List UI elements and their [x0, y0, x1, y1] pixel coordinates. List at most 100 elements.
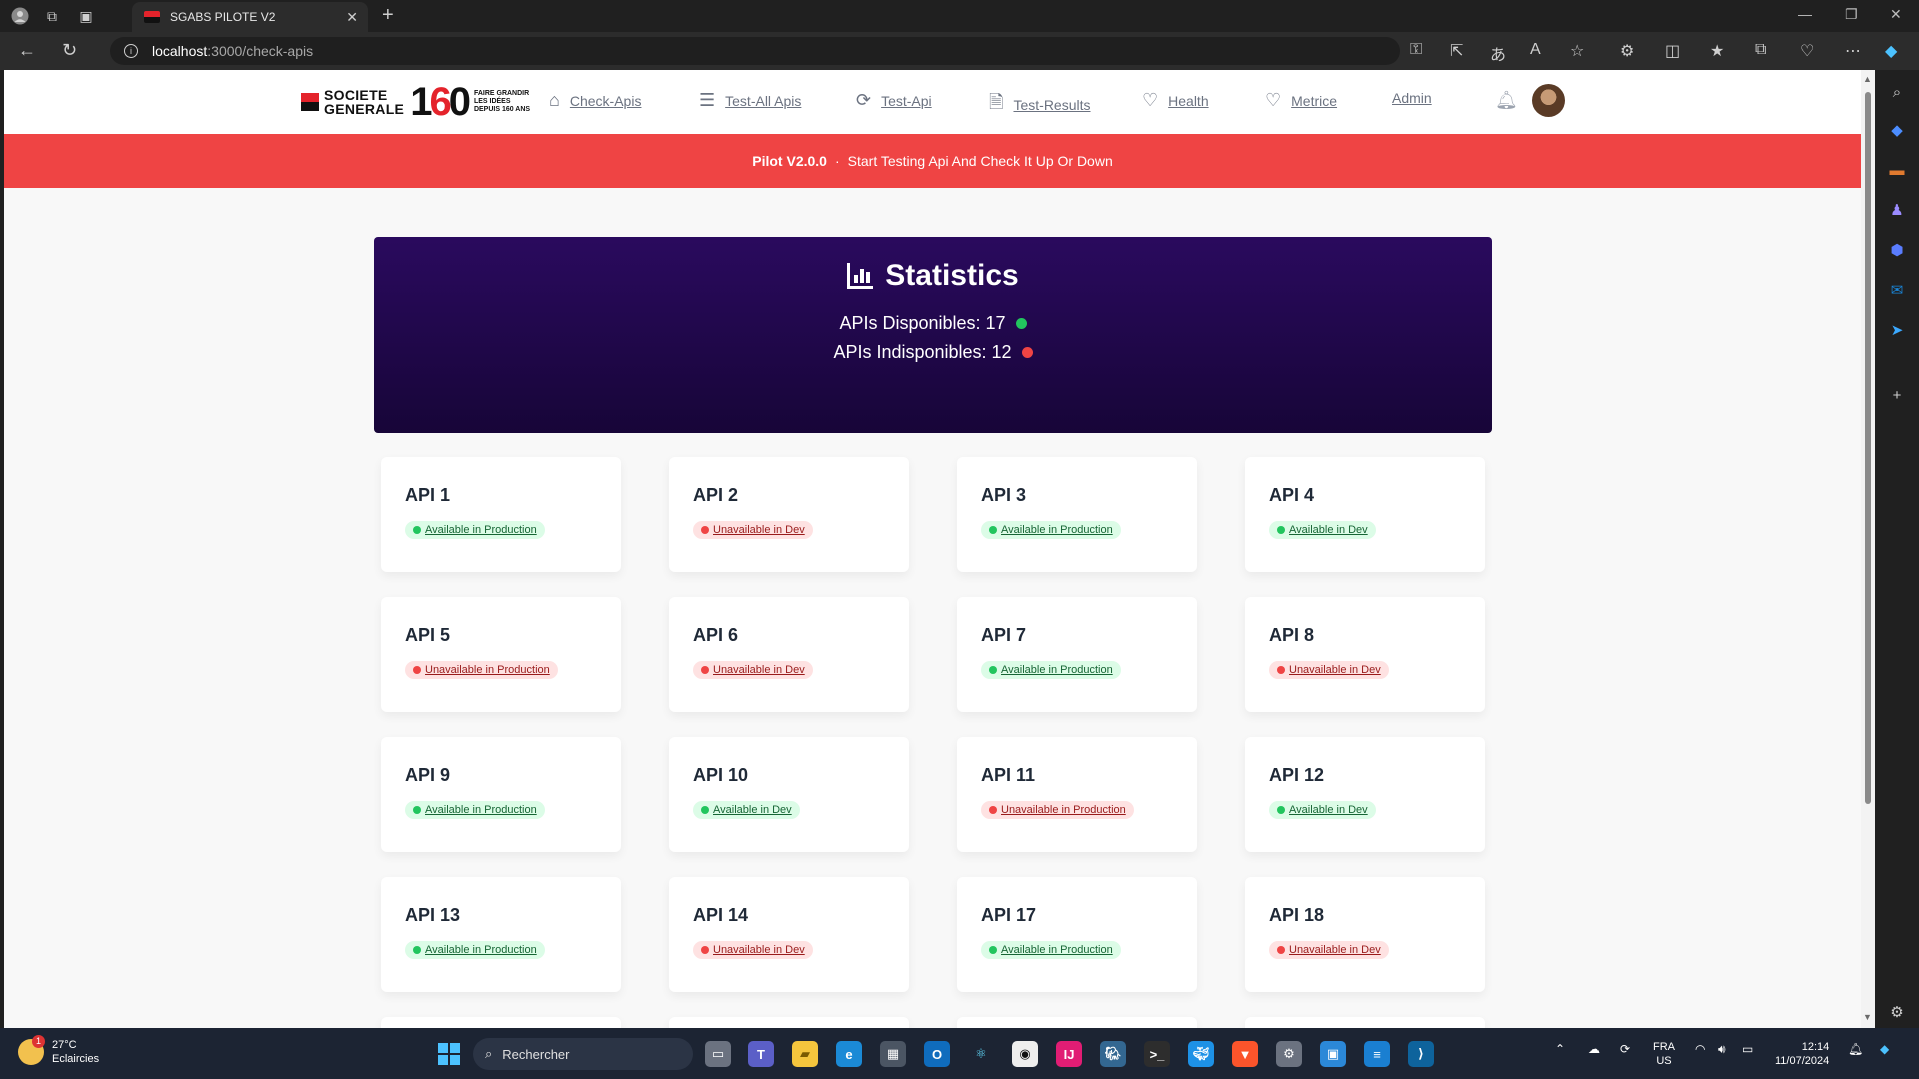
nav-health[interactable]: ♡ Health — [1142, 90, 1209, 111]
toolbox-icon[interactable]: ▬ — [1887, 160, 1907, 180]
volume-icon[interactable]: 🔊︎ — [1718, 1042, 1726, 1057]
drop-icon[interactable]: ➤ — [1887, 320, 1907, 340]
file-explorer-icon[interactable]: ▰ — [792, 1041, 818, 1067]
status-badge[interactable]: Unavailable in Production — [405, 661, 558, 679]
status-badge[interactable]: Available in Production — [405, 941, 545, 959]
api-card[interactable]: API 8 Unavailable in Dev — [1245, 597, 1485, 712]
translate-icon[interactable]: あ — [1490, 41, 1506, 65]
api-card[interactable]: API 11 Unavailable in Production — [957, 737, 1197, 852]
reload-icon[interactable]: ↻ — [62, 40, 77, 61]
github-desktop-icon[interactable]: ◉ — [1012, 1041, 1038, 1067]
status-badge[interactable]: Available in Production — [981, 661, 1121, 679]
api-card[interactable]: API 14 Unavailable in Dev — [669, 877, 909, 992]
site-info-icon[interactable]: i — [124, 44, 138, 58]
nav-test-api[interactable]: ⟳ Test-Api — [856, 90, 932, 111]
browser-tab[interactable]: SGABS PILOTE V2 ✕ — [132, 2, 368, 32]
status-badge[interactable]: Available in Dev — [693, 801, 800, 819]
sync-icon[interactable]: ⟳ — [1620, 1042, 1630, 1056]
settings-icon[interactable]: ⚙ — [1276, 1041, 1302, 1067]
copilot-icon[interactable]: ◆ — [1885, 41, 1897, 61]
company-logo[interactable]: SOCIETE GENERALE 160 FAIRE GRANDIR LES I… — [301, 82, 530, 122]
status-badge[interactable]: Unavailable in Dev — [1269, 941, 1389, 959]
api-card[interactable]: API 18 Unavailable in Dev — [1245, 877, 1485, 992]
api-card[interactable]: API 3 Available in Production — [957, 457, 1197, 572]
api-card[interactable]: API 5 Unavailable in Production — [381, 597, 621, 712]
api-card[interactable]: API 4 Available in Dev — [1245, 457, 1485, 572]
profile-icon[interactable] — [10, 6, 30, 26]
more-icon[interactable]: ⋯ — [1845, 41, 1861, 61]
api-card[interactable]: API 12 Available in Dev — [1245, 737, 1485, 852]
nav-check-apis[interactable]: ⌂ Check-Apis — [549, 90, 641, 111]
edge-icon[interactable]: e — [836, 1041, 862, 1067]
teams-icon[interactable]: T — [748, 1041, 774, 1067]
status-badge[interactable]: Unavailable in Dev — [693, 941, 813, 959]
brave-icon[interactable]: ▼ — [1232, 1041, 1258, 1067]
nav-test-all-apis[interactable]: ☰ Test-All Apis — [699, 90, 801, 111]
tab-actions-icon[interactable]: ▣ — [76, 6, 96, 26]
outlook-icon[interactable]: ✉ — [1887, 280, 1907, 300]
restore-icon[interactable]: ❐ — [1845, 6, 1858, 23]
scroll-down-icon[interactable]: ▼ — [1863, 1012, 1872, 1022]
api-card[interactable]: API 13 Available in Production — [381, 877, 621, 992]
weather-widget[interactable]: 1 27°C Eclaircies — [18, 1035, 99, 1066]
remote-desktop-icon[interactable]: ▣ — [1320, 1041, 1346, 1067]
intellij-icon[interactable]: IJ — [1056, 1041, 1082, 1067]
search-icon[interactable]: ⌕ — [1887, 82, 1907, 102]
status-badge[interactable]: Unavailable in Production — [981, 801, 1134, 819]
postgres-icon[interactable]: 🐘︎ — [1100, 1041, 1126, 1067]
status-badge[interactable]: Available in Production — [981, 521, 1121, 539]
input-language[interactable]: FRA US — [1653, 1040, 1675, 1068]
task-view-icon[interactable]: ▭ — [705, 1041, 731, 1067]
status-badge[interactable]: Available in Production — [981, 941, 1121, 959]
api-card[interactable]: API 6 Unavailable in Dev — [669, 597, 909, 712]
status-badge[interactable]: Available in Dev — [1269, 801, 1376, 819]
new-tab-icon[interactable]: + — [382, 4, 394, 27]
workspaces-icon[interactable]: ⧉ — [42, 6, 62, 26]
api-card[interactable]: API 2 Unavailable in Dev — [669, 457, 909, 572]
close-tab-icon[interactable]: ✕ — [346, 9, 358, 26]
favorites-icon[interactable]: ★ — [1710, 41, 1724, 61]
notifications-icon[interactable]: 🔔︎ — [1848, 1042, 1863, 1056]
status-badge[interactable]: Unavailable in Dev — [1269, 661, 1389, 679]
api-card[interactable]: API 7 Available in Production — [957, 597, 1197, 712]
docker-icon[interactable]: 🐳︎ — [1188, 1041, 1214, 1067]
address-bar[interactable]: i localhost:3000/check-apis — [110, 37, 1400, 65]
wifi-icon[interactable]: ◠ — [1695, 1042, 1705, 1056]
status-badge[interactable]: Available in Production — [405, 521, 545, 539]
api-card[interactable]: API 10 Available in Dev — [669, 737, 909, 852]
api-card[interactable]: API 17 Available in Production — [957, 877, 1197, 992]
windows-start-icon[interactable] — [438, 1043, 460, 1065]
onedrive-icon[interactable]: ☁ — [1588, 1042, 1600, 1056]
taskbar-search[interactable]: ⌕ Rechercher — [473, 1038, 693, 1070]
scrollbar-thumb[interactable] — [1865, 92, 1871, 804]
status-badge[interactable]: Unavailable in Dev — [693, 521, 813, 539]
terminal-icon[interactable]: >_ — [1144, 1041, 1170, 1067]
games-icon[interactable]: ♟ — [1887, 200, 1907, 220]
battery-icon[interactable]: ▭ — [1742, 1042, 1753, 1056]
add-sidebar-app-icon[interactable]: + — [1887, 385, 1907, 405]
sidebar-settings-icon[interactable]: ⚙ — [1887, 1002, 1907, 1022]
key-icon[interactable]: ⚿ — [1410, 41, 1422, 59]
extensions-icon[interactable]: ⚙ — [1620, 41, 1634, 61]
notepad-icon[interactable]: ≡ — [1364, 1041, 1390, 1067]
show-hidden-icons-icon[interactable]: ⌃ — [1555, 1042, 1565, 1056]
outlook-icon[interactable]: O — [924, 1041, 950, 1067]
read-aloud-icon[interactable]: A — [1530, 41, 1541, 59]
status-badge[interactable]: Unavailable in Dev — [693, 661, 813, 679]
favorite-star-icon[interactable]: ☆ — [1570, 41, 1584, 61]
shopping-tag-icon[interactable]: ◆ — [1887, 120, 1907, 140]
user-avatar[interactable] — [1532, 84, 1565, 117]
close-window-icon[interactable]: ✕ — [1890, 6, 1902, 23]
back-icon[interactable]: ← — [18, 40, 36, 61]
system-clock[interactable]: 12:14 11/07/2024 — [1775, 1040, 1829, 1068]
store-icon[interactable]: ▦ — [880, 1041, 906, 1067]
scroll-up-icon[interactable]: ▲ — [1863, 74, 1872, 84]
api-card[interactable]: API 1 Available in Production — [381, 457, 621, 572]
m365-icon[interactable]: ⬢ — [1887, 240, 1907, 260]
status-badge[interactable]: Available in Dev — [1269, 521, 1376, 539]
browser-essentials-icon[interactable]: ♡ — [1800, 41, 1814, 61]
nav-test-results[interactable]: 🗎 Test-Results — [989, 90, 1091, 120]
notification-bell-icon[interactable]: 🔔︎ — [1495, 90, 1518, 111]
react-devtools-icon[interactable]: ⚛ — [968, 1041, 994, 1067]
open-in-app-icon[interactable]: ⇱ — [1450, 41, 1463, 61]
